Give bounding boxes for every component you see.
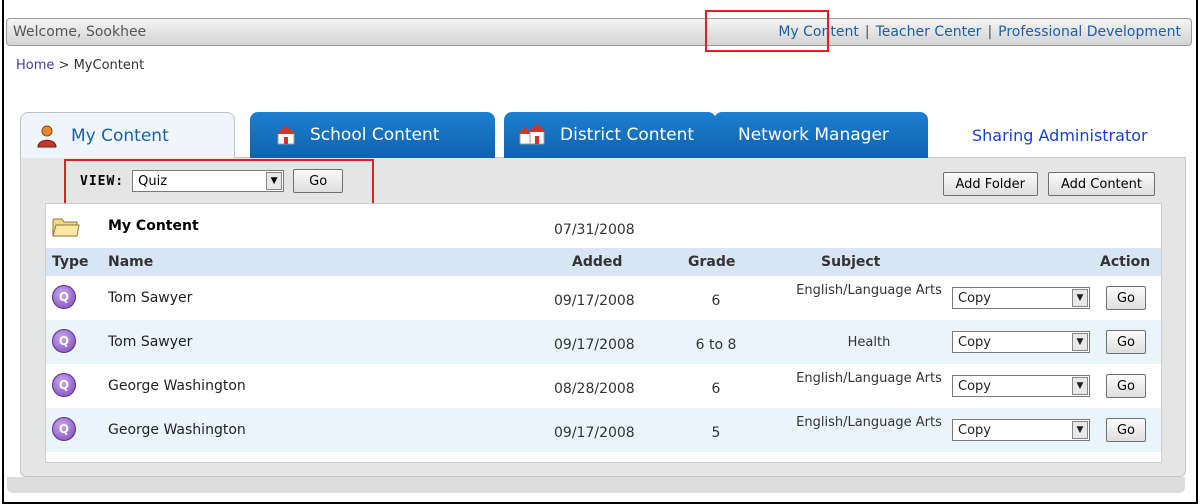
row-name[interactable]: Tom Sawyer: [108, 334, 192, 350]
link-separator: |: [864, 24, 870, 40]
row-grade: 6: [711, 293, 721, 309]
row-name[interactable]: George Washington: [108, 378, 246, 394]
school-icon: [274, 123, 298, 147]
content-table: My Content 07/31/2008 Type Name Added Gr…: [45, 203, 1162, 463]
tab-district-content[interactable]: District Content: [504, 112, 716, 158]
tab-label: My Content: [71, 125, 169, 146]
row-action-select[interactable]: Copy ▼: [952, 331, 1090, 353]
tab-label: Sharing Administrator: [972, 125, 1148, 145]
table-row: Q Tom Sawyer 09/17/2008 6 to 8 Health Co…: [46, 320, 1161, 364]
district-icon: [518, 123, 548, 147]
folder-icon: [52, 216, 80, 238]
row-grade: 6 to 8: [695, 337, 737, 353]
tab-bar: My Content School Content District Conte…: [20, 112, 1190, 158]
action-select-value: Copy: [958, 422, 991, 438]
column-header-action: Action: [1100, 254, 1151, 270]
table-header: Type Name Added Grade Subject Action: [46, 248, 1161, 276]
welcome-text: Welcome, Sookhee: [13, 24, 147, 40]
highlight-box-view: [64, 159, 374, 207]
folder-name: My Content: [108, 218, 199, 234]
row-added: 09/17/2008: [554, 337, 635, 353]
action-select-value: Copy: [958, 378, 991, 394]
add-content-button[interactable]: Add Content: [1047, 172, 1155, 196]
table-row: Q George Washington 08/28/2008 6 English…: [46, 364, 1161, 408]
row-subject: English/Language Arts: [796, 371, 942, 386]
row-subject: English/Language Arts: [796, 415, 942, 430]
row-added: 09/17/2008: [554, 425, 635, 441]
row-subject: Health: [847, 335, 891, 350]
table-row: Q Tom Sawyer 09/17/2008 6 English/Langua…: [46, 276, 1161, 320]
tab-label: Network Manager: [738, 125, 889, 145]
row-go-button[interactable]: Go: [1106, 418, 1146, 442]
quiz-icon: Q: [52, 373, 76, 397]
tab-school-content[interactable]: School Content: [250, 112, 495, 158]
panel-bottom-cap: [7, 477, 1185, 493]
quiz-icon: Q: [52, 329, 76, 353]
folder-date: 07/31/2008: [554, 222, 635, 238]
person-icon: [35, 124, 59, 148]
highlight-box-my-content: [705, 10, 829, 52]
row-go-button[interactable]: Go: [1106, 286, 1146, 310]
tab-my-content[interactable]: My Content: [20, 112, 235, 158]
nav-link-professional-development[interactable]: Professional Development: [998, 24, 1181, 40]
folder-row[interactable]: My Content 07/31/2008: [46, 204, 1161, 248]
breadcrumb-current: MyContent: [73, 58, 145, 73]
row-action-select[interactable]: Copy ▼: [952, 419, 1090, 441]
row-subject: English/Language Arts: [796, 283, 942, 298]
content-actions: Add Folder Add Content: [942, 172, 1155, 196]
top-links: My Content | Teacher Center | Professional D…: [778, 24, 1181, 40]
breadcrumb-separator: >: [58, 58, 70, 73]
add-folder-button[interactable]: Add Folder: [942, 172, 1038, 196]
column-header-name: Name: [108, 254, 154, 270]
row-added: 09/17/2008: [554, 293, 635, 309]
column-header-type: Type: [52, 254, 89, 270]
tab-network-manager[interactable]: Network Manager: [714, 112, 928, 158]
chevron-down-icon[interactable]: ▼: [1072, 421, 1088, 439]
row-go-button[interactable]: Go: [1106, 330, 1146, 354]
row-go-button[interactable]: Go: [1106, 374, 1146, 398]
table-row: Q George Washington 09/17/2008 5 English…: [46, 408, 1161, 452]
row-name[interactable]: George Washington: [108, 422, 246, 438]
row-grade: 6: [711, 381, 721, 397]
tab-sharing-administrator[interactable]: Sharing Administrator: [958, 112, 1158, 158]
top-bar: Welcome, Sookhee My Content | Teacher Cent…: [6, 18, 1192, 46]
quiz-icon: Q: [52, 285, 76, 309]
tab-label: District Content: [560, 125, 695, 145]
row-grade: 5: [711, 425, 721, 441]
breadcrumb-home[interactable]: Home: [16, 58, 54, 73]
action-select-value: Copy: [958, 334, 991, 350]
chevron-down-icon[interactable]: ▼: [1072, 377, 1088, 395]
chevron-down-icon[interactable]: ▼: [1072, 289, 1088, 307]
column-header-subject: Subject: [821, 254, 881, 270]
breadcrumb: Home > MyContent: [16, 58, 144, 73]
nav-link-teacher-center[interactable]: Teacher Center: [876, 24, 982, 40]
link-separator: |: [987, 24, 993, 40]
quiz-icon: Q: [52, 417, 76, 441]
chevron-down-icon[interactable]: ▼: [1072, 333, 1088, 351]
column-header-added: Added: [572, 254, 623, 270]
column-header-grade: Grade: [688, 254, 736, 270]
row-action-select[interactable]: Copy ▼: [952, 287, 1090, 309]
action-select-value: Copy: [958, 290, 991, 306]
row-name[interactable]: Tom Sawyer: [108, 290, 192, 306]
tab-label: School Content: [310, 125, 440, 145]
row-added: 08/28/2008: [554, 381, 635, 397]
row-action-select[interactable]: Copy ▼: [952, 375, 1090, 397]
